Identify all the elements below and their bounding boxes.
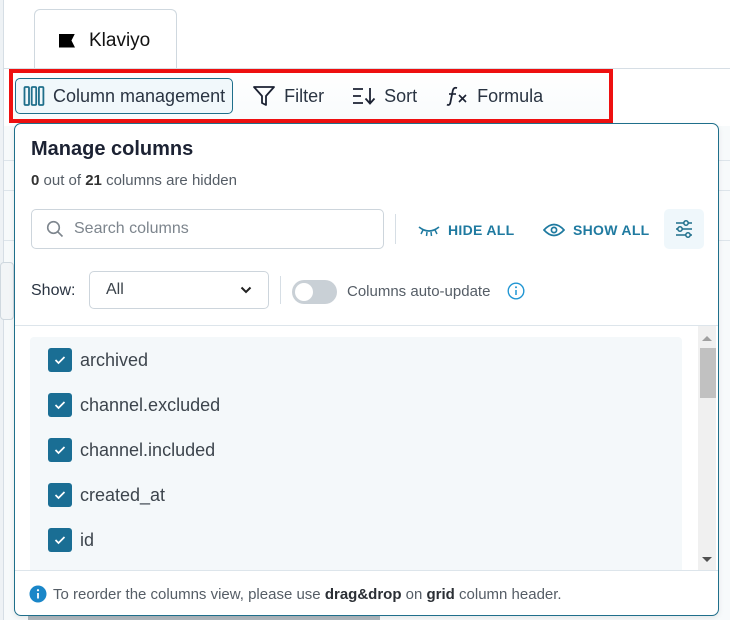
- background-cell: [0, 262, 14, 320]
- column-settings-button[interactable]: [664, 209, 704, 249]
- check-icon: [54, 491, 66, 500]
- eye-icon: [543, 223, 565, 237]
- divider: [280, 276, 281, 304]
- chevron-down-icon: [240, 286, 252, 294]
- summary-text-end: columns are hidden: [101, 172, 237, 189]
- info-icon[interactable]: [507, 282, 525, 300]
- column-item[interactable]: channel.included: [48, 438, 215, 462]
- summary-text: out of: [39, 172, 86, 189]
- hide-all-label: HIDE ALL: [448, 222, 515, 238]
- toolbar: Column management Filter Sort Formula: [9, 69, 613, 123]
- check-icon: [54, 401, 66, 410]
- tab-klaviyo[interactable]: Klaviyo: [34, 9, 177, 71]
- check-icon: [54, 356, 66, 365]
- reorder-hint: To reorder the columns view, please use …: [15, 570, 718, 615]
- column-item[interactable]: archived: [48, 348, 148, 372]
- check-icon: [54, 446, 66, 455]
- sliders-icon: [676, 220, 692, 238]
- show-all-label: SHOW ALL: [573, 222, 650, 238]
- column-checkbox[interactable]: [48, 393, 72, 417]
- sort-label: Sort: [384, 85, 418, 106]
- sort-button[interactable]: Sort: [345, 78, 424, 114]
- column-list: archived channel.excluded channel.includ…: [15, 326, 718, 570]
- column-management-label: Column management: [53, 85, 226, 106]
- filter-label: Filter: [284, 85, 325, 106]
- info-filled-icon: [29, 585, 47, 603]
- list-scrollbar[interactable]: [698, 326, 716, 570]
- filter-icon: [253, 86, 275, 106]
- auto-update-toggle[interactable]: [292, 280, 337, 304]
- column-name: created_at: [80, 484, 166, 505]
- column-checkbox[interactable]: [48, 528, 72, 552]
- column-management-button[interactable]: Column management: [15, 78, 234, 114]
- scroll-thumb[interactable]: [700, 348, 716, 398]
- column-checkbox[interactable]: [48, 348, 72, 372]
- scroll-up-arrow-icon[interactable]: [702, 336, 712, 341]
- reorder-hint-text: To reorder the columns view, please use …: [53, 585, 562, 603]
- show-filter-select[interactable]: All: [89, 271, 269, 309]
- column-name: channel.excluded: [80, 394, 221, 415]
- show-filter-value: All: [106, 281, 124, 298]
- columns-icon: [23, 86, 45, 106]
- divider: [395, 214, 396, 244]
- manage-columns-panel: Manage columns 0 out of 21 columns are h…: [14, 123, 719, 616]
- formula-button[interactable]: Formula: [438, 78, 550, 114]
- column-item[interactable]: channel.excluded: [48, 393, 220, 417]
- search-box[interactable]: [31, 209, 384, 249]
- toggle-knob: [295, 283, 313, 301]
- formula-label: Formula: [477, 85, 544, 106]
- search-icon: [46, 220, 64, 238]
- column-item[interactable]: id: [48, 528, 94, 552]
- scroll-down-arrow-icon[interactable]: [702, 557, 712, 562]
- total-count: 21: [85, 172, 102, 189]
- hide-all-button[interactable]: HIDE ALL: [418, 218, 514, 242]
- show-all-button[interactable]: SHOW ALL: [543, 218, 650, 242]
- column-item[interactable]: created_at: [48, 483, 165, 507]
- show-label: Show:: [31, 282, 76, 299]
- check-icon: [54, 536, 66, 545]
- panel-title: Manage columns: [31, 138, 194, 160]
- flag-icon: [59, 33, 75, 48]
- column-checkbox[interactable]: [48, 438, 72, 462]
- column-checkbox[interactable]: [48, 483, 72, 507]
- tab-label: Klaviyo: [89, 29, 151, 51]
- column-name: id: [80, 529, 95, 550]
- formula-icon: [446, 86, 467, 106]
- hidden-columns-summary: 0 out of 21 columns are hidden: [31, 172, 237, 189]
- sort-icon: [353, 88, 376, 105]
- column-name: archived: [80, 349, 149, 370]
- column-name: channel.included: [80, 439, 216, 460]
- search-input[interactable]: [74, 220, 354, 238]
- eye-closed-icon: [418, 226, 440, 237]
- filter-button[interactable]: Filter: [245, 78, 331, 114]
- auto-update-label: Columns auto-update: [347, 283, 491, 300]
